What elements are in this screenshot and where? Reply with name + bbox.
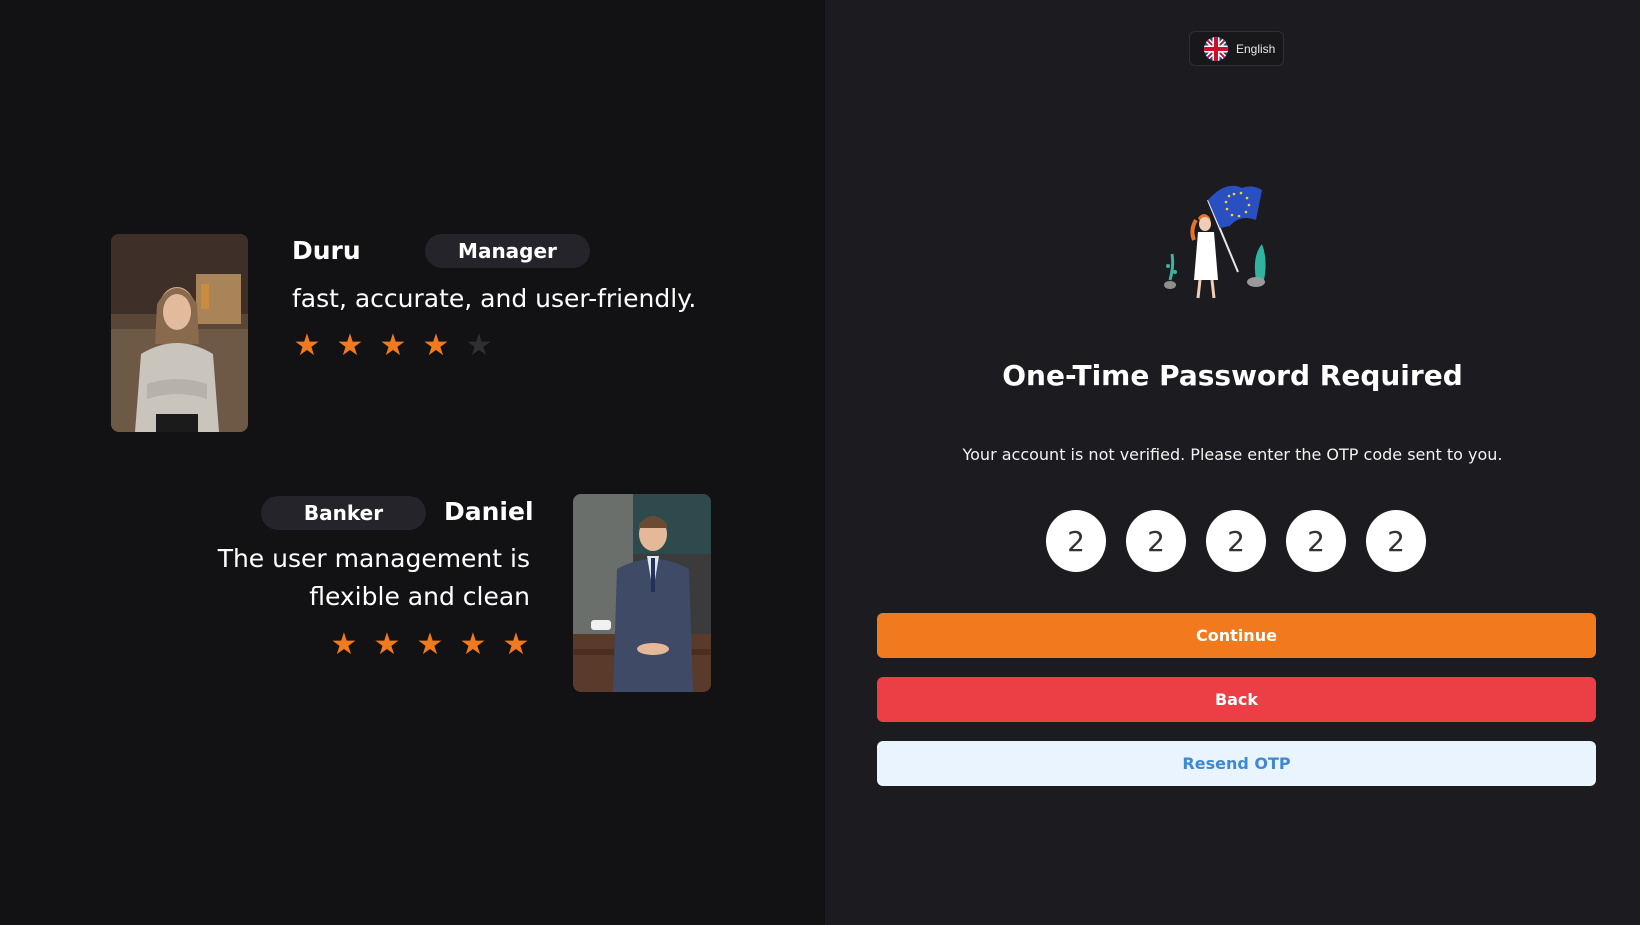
star-icon: ★ — [459, 627, 487, 662]
language-label: English — [1236, 41, 1276, 56]
rating-stars: ★ ★ ★ ★ ★ — [329, 630, 531, 660]
star-icon: ★ — [379, 328, 407, 363]
testimonial-name: Duru — [292, 236, 361, 265]
otp-digit-input[interactable] — [1286, 510, 1346, 572]
star-icon: ★ — [422, 328, 450, 363]
otp-digit-input[interactable] — [1206, 510, 1266, 572]
star-icon: ★ — [502, 627, 530, 662]
testimonial-quote-line: The user management is — [217, 544, 530, 573]
star-icon: ★ — [293, 328, 321, 363]
otp-digit-input[interactable] — [1366, 510, 1426, 572]
testimonial-quote-line: flexible and clean — [309, 582, 530, 611]
testimonial-role-badge: Manager — [425, 234, 590, 268]
otp-instructions: Your account is not verified. Please ent… — [962, 445, 1503, 464]
language-selector[interactable]: English — [1189, 31, 1284, 66]
star-icon: ★ — [330, 627, 358, 662]
otp-digit-input[interactable] — [1126, 510, 1186, 572]
star-empty-icon: ★ — [465, 328, 493, 363]
star-icon: ★ — [416, 627, 444, 662]
testimonial-name: Daniel — [444, 497, 534, 526]
testimonial-photo-duru — [111, 234, 248, 432]
page-title: One-Time Password Required — [1002, 359, 1463, 392]
back-button[interactable]: Back — [877, 677, 1596, 722]
otp-digit-input[interactable] — [1046, 510, 1106, 572]
rating-stars: ★ ★ ★ ★ ★ — [292, 331, 494, 361]
otp-input-group — [1046, 510, 1426, 572]
testimonial-photo-daniel — [573, 494, 711, 692]
testimonial-role-badge: Banker — [261, 496, 426, 530]
star-icon: ★ — [373, 627, 401, 662]
uk-flag-icon — [1204, 36, 1228, 61]
star-icon: ★ — [336, 328, 364, 363]
testimonial-quote: fast, accurate, and user-friendly. — [292, 284, 697, 313]
testimonials-panel: Duru Manager fast, accurate, and user-fr… — [0, 0, 825, 925]
resend-otp-button[interactable]: Resend OTP — [877, 741, 1596, 786]
continue-button[interactable]: Continue — [877, 613, 1596, 658]
flag-bearer-illustration — [1160, 170, 1280, 320]
